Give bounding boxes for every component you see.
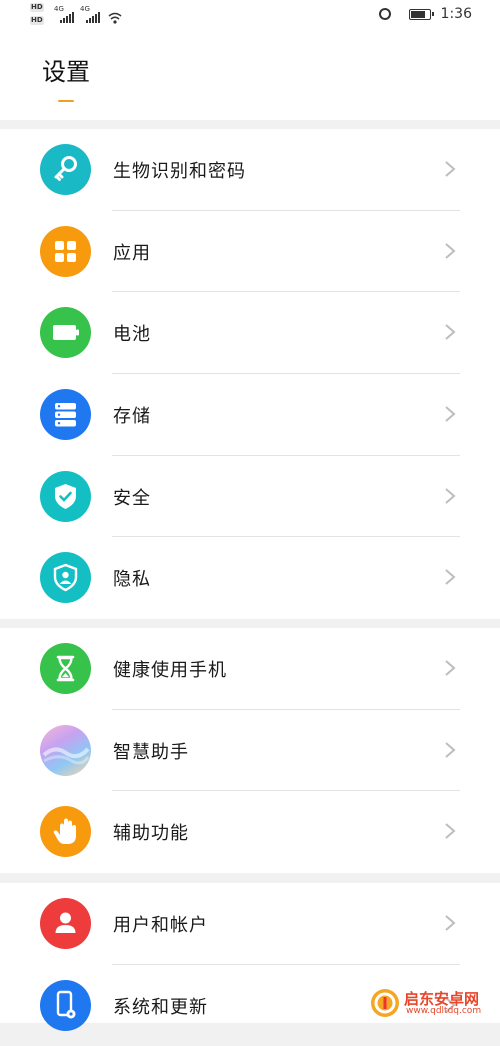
battery-icon: [40, 307, 91, 359]
chevron-right-icon: [445, 569, 456, 586]
privacy-shield-icon: [40, 552, 91, 604]
signal-icon: [86, 11, 102, 23]
settings-item-apps[interactable]: 应用: [0, 211, 500, 293]
settings-item-security[interactable]: 安全: [0, 456, 500, 538]
hd-badge: HD: [30, 16, 44, 25]
settings-item-biometrics[interactable]: 生物识别和密码: [0, 129, 500, 211]
storage-icon: [40, 389, 91, 441]
item-label: 生物识别和密码: [113, 161, 246, 182]
chevron-right-icon: [445, 242, 456, 259]
item-label: 健康使用手机: [113, 660, 227, 681]
chevron-right-icon: [445, 324, 456, 341]
signal-icon: [60, 11, 76, 23]
hourglass-icon: [40, 643, 91, 694]
chevron-right-icon: [445, 915, 456, 931]
shield-check-icon: [40, 470, 91, 522]
chevron-right-icon: [445, 487, 456, 504]
chevron-right-icon: [445, 741, 456, 758]
key-icon: [40, 144, 91, 195]
item-label: 系统和更新: [113, 996, 208, 1018]
status-bar: HD HD 4G 4G 1:36: [0, 0, 500, 32]
item-label: 用户和帐户: [113, 915, 208, 936]
system-update-icon: [40, 979, 91, 1031]
apps-grid-icon: [40, 225, 91, 277]
hd-badge: HD: [30, 3, 44, 12]
user-icon: [40, 898, 91, 949]
item-label: 存储: [113, 406, 151, 428]
item-label: 辅助功能: [113, 823, 189, 845]
page-title: 设置: [42, 58, 90, 86]
scroll-indicator: [58, 100, 74, 102]
settings-item-smart-assistant[interactable]: 智慧助手: [0, 710, 500, 792]
item-label: 电池: [113, 324, 151, 346]
battery-status-icon: [409, 9, 434, 20]
settings-item-users-accounts[interactable]: 用户和帐户: [0, 883, 500, 965]
settings-item-accessibility[interactable]: 辅助功能: [0, 791, 500, 873]
clock: 1:36: [440, 6, 472, 22]
chevron-right-icon: [445, 823, 456, 840]
chevron-right-icon: [445, 660, 456, 676]
watermark-url: www.qdltdq.com: [406, 1006, 482, 1016]
settings-group-2: 健康使用手机 智慧助手 辅助功能: [0, 628, 500, 873]
watermark: 启东安卓网 www.qdltdq.com: [370, 986, 498, 1020]
wifi-icon: [108, 12, 122, 24]
settings-group-1: 生物识别和密码 应用 电池 存储 安全 隐私: [0, 129, 500, 619]
alarm-icon: [379, 8, 391, 20]
item-label: 安全: [113, 487, 151, 509]
assistant-icon: [40, 724, 91, 776]
chevron-right-icon: [445, 406, 456, 422]
settings-item-digital-balance[interactable]: 健康使用手机: [0, 628, 500, 710]
settings-header: 设置: [0, 32, 500, 120]
watermark-logo-icon: [371, 989, 399, 1017]
settings-item-battery[interactable]: 电池: [0, 292, 500, 375]
item-label: 应用: [113, 242, 151, 264]
item-label: 智慧助手: [113, 741, 189, 763]
item-label: 隐私: [113, 569, 151, 591]
chevron-right-icon: [445, 161, 456, 177]
settings-item-privacy[interactable]: 隐私: [0, 537, 500, 619]
hand-icon: [40, 806, 91, 858]
settings-item-storage[interactable]: 存储: [0, 374, 500, 456]
